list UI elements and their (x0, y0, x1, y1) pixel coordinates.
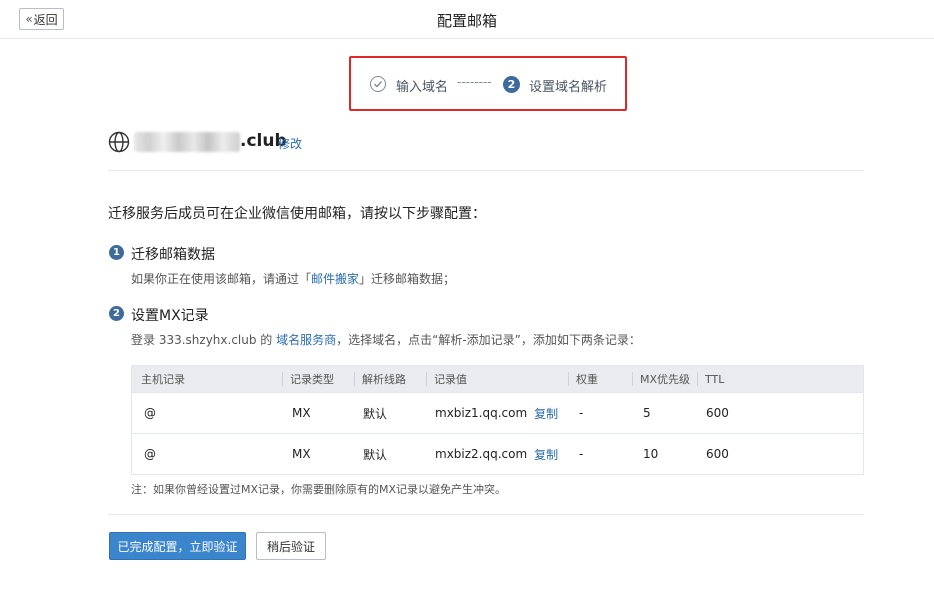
top-bar: « 返回 配置邮箱 (0, 0, 934, 39)
ttl-cell: 600 (706, 447, 729, 461)
copy-button[interactable]: 复制 (534, 446, 558, 463)
step-indicator: 输入域名 -------- 2 设置域名解析 (349, 56, 627, 111)
table-row: @ MX 默认 mxbiz1.qq.com 复制 - 5 600 (132, 392, 863, 433)
domain-row: .club 修改 (108, 128, 864, 156)
divider (108, 170, 864, 171)
column-separator (426, 372, 427, 386)
mx-records-table: 主机记录 记录类型 解析线路 记录值 权重 MX优先级 TTL @ MX 默认 … (131, 365, 864, 475)
migrate-step-title: 迁移邮箱数据 (131, 247, 215, 263)
step2-label: 设置域名解析 (529, 80, 608, 95)
column-header: MX优先级 (640, 373, 691, 386)
mx-step-title: 设置MX记录 (131, 308, 209, 324)
conflict-note: 注：如果你曾经设置过MX记录，你需要删除原有的MX记录以避免产生冲突。 (131, 483, 507, 496)
divider (108, 514, 864, 515)
ttl-cell: 600 (706, 406, 729, 420)
check-circle-icon (370, 76, 386, 92)
column-header: 记录值 (434, 373, 467, 386)
intro-text: 迁移服务后成员可在企业微信使用邮箱，请按以下步骤配置： (108, 206, 486, 222)
domain-provider-link[interactable]: 域名服务商 (276, 333, 336, 347)
mx-step-desc: 登录 333.shzyhx.club 的 域名服务商，选择域名，点击“解析-添加… (131, 331, 641, 348)
verify-later-button[interactable]: 稍后验证 (256, 532, 326, 560)
mx-desc-suffix: ，选择域名，点击“解析-添加记录”，添加如下两条记录： (336, 333, 641, 347)
migrate-desc-suffix: 」迁移邮箱数据； (359, 272, 456, 286)
column-header: 权重 (576, 373, 598, 386)
host-cell: @ (144, 406, 156, 420)
priority-cell: 5 (643, 406, 651, 420)
globe-icon (108, 131, 130, 153)
value-cell: mxbiz1.qq.com 复制 (435, 393, 558, 433)
weight-cell: - (579, 406, 584, 420)
column-header: TTL (705, 372, 725, 386)
mail-migration-link[interactable]: 邮件搬家 (311, 272, 359, 286)
verify-now-button[interactable]: 已完成配置，立即验证 (109, 532, 246, 560)
step-number-badge: 2 (109, 306, 124, 321)
column-separator (282, 372, 283, 386)
host-cell: @ (144, 447, 156, 461)
step-number-badge: 1 (109, 245, 124, 260)
step1-label: 输入域名 (396, 80, 449, 95)
value-cell: mxbiz2.qq.com 复制 (435, 434, 558, 474)
column-header: 解析线路 (362, 373, 406, 386)
migrate-desc-prefix: 如果你正在使用该邮箱，请通过「 (131, 272, 312, 286)
column-separator (632, 372, 633, 386)
weight-cell: - (579, 447, 584, 461)
column-separator (354, 372, 355, 386)
column-separator (697, 372, 698, 386)
record-value: mxbiz1.qq.com (435, 406, 528, 420)
domain-name-redacted (134, 132, 240, 152)
step2-number-badge: 2 (503, 76, 520, 93)
column-header: 主机记录 (141, 373, 185, 386)
line-cell: 默认 (363, 447, 388, 462)
step-connector: -------- (457, 75, 492, 89)
table-row: @ MX 默认 mxbiz2.qq.com 复制 - 10 600 (132, 433, 863, 474)
column-separator (568, 372, 569, 386)
type-cell: MX (292, 406, 311, 420)
column-header: 记录类型 (290, 373, 334, 386)
line-cell: 默认 (363, 406, 388, 421)
mx-desc-prefix: 登录 333.shzyhx.club 的 (131, 333, 277, 347)
migrate-step-desc: 如果你正在使用该邮箱，请通过「邮件搬家」迁移邮箱数据； (131, 270, 455, 287)
copy-button[interactable]: 复制 (534, 405, 558, 422)
record-value: mxbiz2.qq.com (435, 447, 528, 461)
table-header: 主机记录 记录类型 解析线路 记录值 权重 MX优先级 TTL (132, 366, 863, 392)
edit-domain-link[interactable]: 修改 (278, 135, 302, 152)
type-cell: MX (292, 447, 311, 461)
page-title: 配置邮箱 (436, 12, 497, 30)
priority-cell: 10 (643, 447, 659, 461)
